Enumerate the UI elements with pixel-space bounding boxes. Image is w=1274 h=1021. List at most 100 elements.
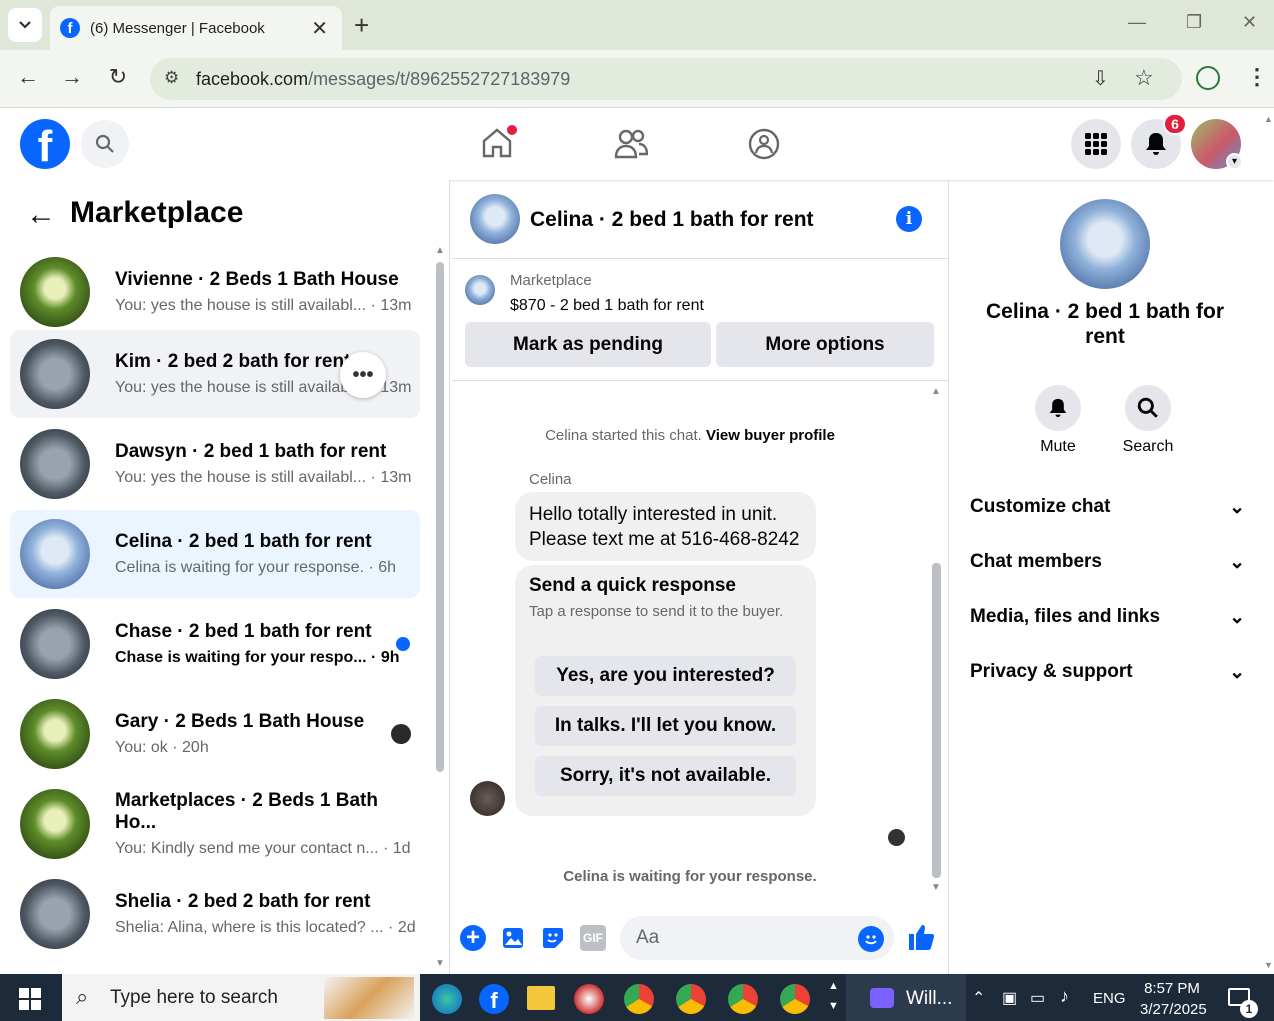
conversation-preview: You: ok · 20h: [115, 739, 209, 756]
menu-kebab-icon[interactable]: ⋮: [1246, 64, 1268, 90]
conversation-name: Celina · 2 bed 1 bath for rent: [115, 531, 372, 552]
more-actions-icon[interactable]: •••: [340, 352, 386, 398]
windows-start-icon[interactable]: [19, 988, 41, 1015]
mark-as-pending-button[interactable]: Mark as pending: [465, 322, 711, 367]
back-arrow-icon[interactable]: ←: [26, 198, 56, 232]
reload-icon[interactable]: ↻: [103, 64, 133, 90]
friends-nav-button[interactable]: [614, 128, 649, 165]
chat-members-section[interactable]: Chat members ⌄: [970, 551, 1245, 574]
more-options-button[interactable]: More options: [716, 322, 934, 367]
search-in-chat-button[interactable]: [1125, 385, 1171, 431]
site-info-icon[interactable]: ⚙: [164, 68, 179, 88]
thumbs-up-icon[interactable]: [906, 922, 936, 957]
edge-icon[interactable]: [432, 984, 462, 1014]
taskbar-scroll-icon[interactable]: ▲ ▼: [828, 976, 839, 1016]
chat-avatar[interactable]: [470, 194, 520, 244]
new-tab-button[interactable]: +: [354, 10, 369, 41]
info-icon[interactable]: i: [896, 206, 922, 232]
home-nav-button[interactable]: [480, 125, 517, 165]
conversation-item[interactable]: Gary · 2 Beds 1 Bath House You: ok · 20h: [10, 690, 420, 778]
snipping-tool-icon[interactable]: [574, 984, 604, 1014]
emoji-icon[interactable]: [858, 926, 884, 952]
groups-nav-button[interactable]: [748, 128, 780, 165]
restore-icon[interactable]: ❐: [1186, 12, 1202, 33]
privacy-support-section[interactable]: Privacy & support ⌄: [970, 661, 1245, 684]
tab-search-dropdown[interactable]: [8, 8, 42, 42]
chevron-down-icon: ⌄: [1229, 607, 1245, 628]
show-hidden-icons-icon[interactable]: ⌃: [972, 988, 985, 1008]
customize-chat-section[interactable]: Customize chat ⌄: [970, 496, 1245, 519]
install-app-icon[interactable]: ⇩: [1092, 66, 1109, 91]
view-buyer-profile-link[interactable]: View buyer profile: [706, 427, 835, 444]
profile-avatar[interactable]: [1060, 199, 1150, 289]
notification-badge: 6: [1163, 113, 1187, 135]
conversation-avatar: [20, 429, 90, 499]
profile-icon[interactable]: [1196, 66, 1220, 90]
minimize-icon[interactable]: —: [1128, 12, 1146, 33]
listing-thumbnail[interactable]: [465, 275, 495, 305]
quick-response-not-available-button[interactable]: Sorry, it's not available.: [535, 756, 796, 796]
chat-scrollbar[interactable]: [932, 563, 941, 878]
account-chevron-icon[interactable]: ▾: [1226, 153, 1243, 170]
conversation-item[interactable]: Dawsyn · 2 bed 1 bath for rent You: yes …: [10, 420, 420, 508]
sticker-icon[interactable]: [540, 925, 566, 951]
quick-response-in-talks-button[interactable]: In talks. I'll let you know.: [535, 706, 796, 746]
mute-button[interactable]: [1035, 385, 1081, 431]
conversation-item[interactable]: Kim · 2 bed 2 bath for rent You: yes the…: [10, 330, 420, 418]
close-window-icon[interactable]: ✕: [1242, 12, 1257, 33]
scroll-up-icon[interactable]: ▲: [931, 386, 941, 397]
taskbar-app-button[interactable]: Will...: [846, 974, 966, 1021]
listing-price[interactable]: $870 - 2 bed 1 bath for rent: [510, 297, 704, 315]
plus-actions-icon[interactable]: +: [460, 924, 486, 951]
media-files-links-section[interactable]: Media, files and links ⌄: [970, 606, 1245, 629]
facebook-app-icon[interactable]: f: [479, 984, 509, 1014]
chrome-icon[interactable]: [728, 984, 758, 1014]
network-icon[interactable]: ▭: [1030, 988, 1045, 1008]
quick-response-yes-button[interactable]: Yes, are you interested?: [535, 656, 796, 696]
conversation-time: 20h: [182, 739, 209, 756]
taskbar-clock[interactable]: 8:57 PM 3/27/2025: [1140, 978, 1207, 1020]
conversation-item[interactable]: Shelia · 2 bed 2 bath for rent Shelia: A…: [10, 870, 420, 958]
message-input[interactable]: Aa: [620, 916, 894, 960]
bookmark-star-icon[interactable]: ☆: [1134, 65, 1154, 91]
conversation-name: Shelia · 2 bed 2 bath for rent: [115, 891, 371, 912]
forward-icon[interactable]: →: [57, 64, 87, 90]
conversation-avatar: [20, 699, 90, 769]
scroll-up-icon[interactable]: ▲: [435, 245, 445, 256]
scroll-down-icon[interactable]: ▼: [931, 882, 941, 893]
taskbar-search-box[interactable]: ⌕ Type here to search: [62, 974, 420, 1021]
file-explorer-icon[interactable]: [527, 986, 555, 1010]
photo-icon[interactable]: [500, 925, 526, 951]
scroll-down-icon[interactable]: ▼: [1264, 960, 1273, 970]
search-label: Search: [1122, 438, 1174, 455]
close-tab-icon[interactable]: ✕: [311, 16, 328, 41]
gif-icon[interactable]: GIF: [580, 925, 606, 951]
address-bar[interactable]: ⚙ facebook.com/messages/t/89625527271839…: [150, 58, 1182, 100]
menu-grid-button[interactable]: [1071, 119, 1121, 169]
chat-title[interactable]: Celina · 2 bed 1 bath for rent: [530, 208, 814, 232]
conversation-item-selected[interactable]: Celina · 2 bed 1 bath for rent Celina is…: [10, 510, 420, 598]
chrome-icon[interactable]: [624, 984, 654, 1014]
chrome-icon[interactable]: [676, 984, 706, 1014]
scroll-down-icon[interactable]: ▼: [435, 958, 445, 969]
left-scrollbar[interactable]: [436, 262, 444, 772]
divider: [452, 258, 948, 259]
back-icon[interactable]: ←: [13, 64, 43, 90]
meet-now-icon[interactable]: ▣: [1002, 988, 1017, 1008]
facebook-logo[interactable]: f: [20, 119, 70, 169]
conversation-avatar: [20, 339, 90, 409]
message-text: Hello totally interested in unit.: [529, 504, 778, 525]
conversation-item[interactable]: Marketplaces · 2 Beds 1 Bath Ho... You: …: [10, 780, 420, 868]
language-indicator[interactable]: ENG: [1093, 990, 1126, 1007]
browser-tab[interactable]: f (6) Messenger | Facebook ✕: [50, 6, 342, 50]
volume-icon[interactable]: ♪: [1060, 986, 1069, 1007]
conversation-avatar: [20, 257, 90, 327]
sender-avatar[interactable]: [470, 781, 505, 816]
conversation-time: 1d: [392, 840, 411, 857]
conversation-item[interactable]: Chase · 2 bed 1 bath for rent Chase is w…: [10, 600, 420, 688]
conversation-item[interactable]: Vivienne · 2 Beds 1 Bath House You: yes …: [10, 248, 420, 336]
facebook-search-button[interactable]: [81, 120, 129, 168]
scroll-up-icon[interactable]: ▲: [1264, 114, 1273, 124]
chrome-icon[interactable]: [780, 984, 810, 1014]
mute-label: Mute: [1040, 438, 1076, 455]
